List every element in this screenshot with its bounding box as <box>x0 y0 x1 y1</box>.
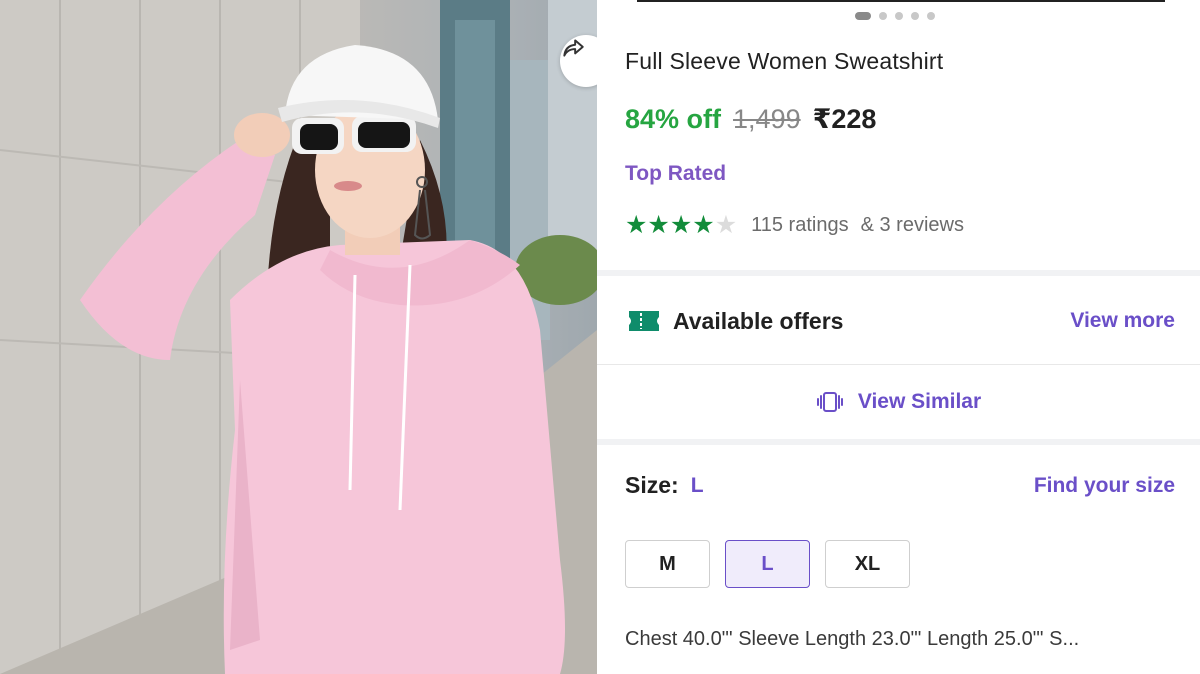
size-option-xl[interactable]: XL <box>825 540 910 588</box>
image-carousel-edge <box>637 0 1165 2</box>
star-rating: ★ ★ ★ ★ ★ <box>625 212 737 238</box>
product-title: Full Sleeve Women Sweatshirt <box>625 48 944 74</box>
size-label: Size: <box>625 472 679 498</box>
available-offers-label: Available offers <box>673 307 844 334</box>
original-price: 1,499 <box>733 104 801 134</box>
star-filled-icon: ★ <box>625 211 648 239</box>
reviews-count[interactable]: & 3 reviews <box>861 214 964 237</box>
section-divider <box>597 270 1200 276</box>
discount-percent: 84% off <box>625 104 722 134</box>
carousel-dot[interactable] <box>927 12 935 20</box>
price-row: 84% off 1,499 ₹228 <box>625 104 876 135</box>
view-similar-label: View Similar <box>857 390 982 413</box>
star-filled-icon: ★ <box>669 211 693 239</box>
carousel-dot[interactable] <box>911 12 919 20</box>
rating-row[interactable]: ★ ★ ★ ★ ★ 115 ratings & 3 reviews <box>625 212 964 238</box>
size-measurements: Chest 40.0"' Sleeve Length 23.0"' Length… <box>625 628 1080 650</box>
carousel-dot[interactable] <box>895 12 903 20</box>
find-your-size-link[interactable]: Find your size <box>1034 474 1175 498</box>
star-filled-icon: ★ <box>692 211 715 239</box>
view-more-link[interactable]: View more <box>1070 309 1175 333</box>
carousel-dot-active[interactable] <box>855 12 871 20</box>
size-options: M L XL <box>625 540 910 588</box>
selling-price: ₹228 <box>812 104 877 134</box>
carousel-indicator[interactable] <box>855 12 935 20</box>
offer-ticket-icon <box>629 311 659 331</box>
carousel-dot[interactable] <box>879 12 887 20</box>
product-details-panel: Full Sleeve Women Sweatshirt 84% off 1,4… <box>597 0 1200 674</box>
selected-size-value: L <box>690 473 704 497</box>
product-photo-illustration <box>0 0 597 674</box>
section-divider <box>597 439 1200 445</box>
top-rated-badge: Top Rated <box>625 162 727 185</box>
size-option-m[interactable]: M <box>625 540 710 588</box>
available-offers-row[interactable]: Available offers View more <box>597 278 1200 364</box>
product-image[interactable] <box>0 0 597 674</box>
star-filled-icon: ★ <box>647 211 670 239</box>
view-similar-icon <box>816 392 843 412</box>
size-option-l[interactable]: L <box>725 540 810 588</box>
star-empty-icon: ★ <box>714 211 738 239</box>
size-header: Size: L Find your size <box>625 472 1175 499</box>
view-similar-button[interactable]: View Similar <box>597 365 1200 439</box>
share-icon <box>563 39 584 57</box>
ratings-count[interactable]: 115 ratings <box>751 214 848 237</box>
